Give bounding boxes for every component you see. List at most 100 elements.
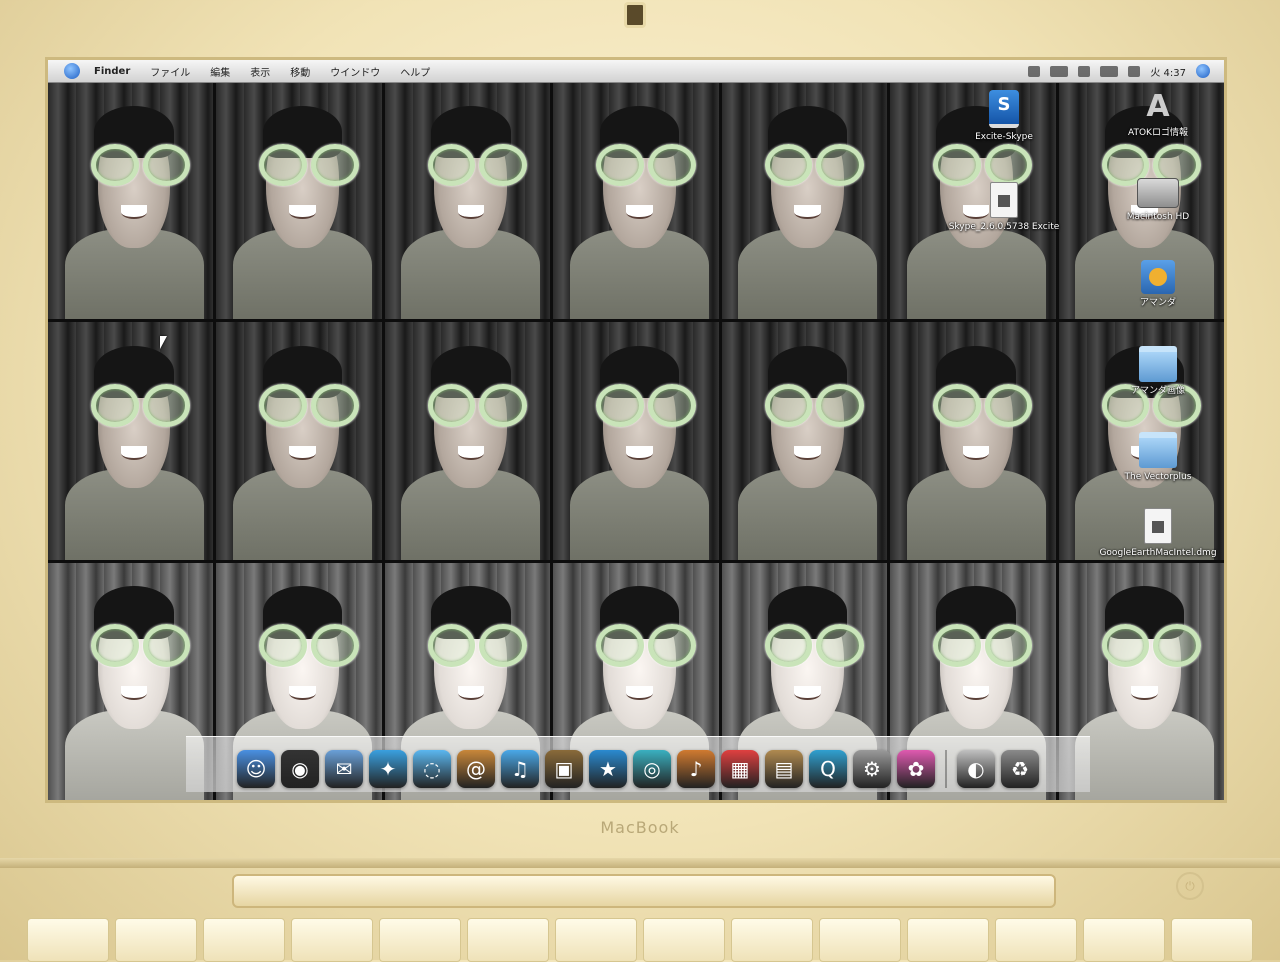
glasses-icon	[1101, 624, 1201, 668]
desktop-icon-atok[interactable]: A ATOKロゴ情報	[1098, 90, 1218, 139]
app-icon	[1141, 260, 1175, 294]
key[interactable]	[115, 918, 197, 962]
desktop-icon-skype-installer[interactable]: Skype_2.6.0.5738 Excite	[944, 182, 1064, 233]
glasses-icon	[91, 384, 191, 427]
key[interactable]	[291, 918, 373, 962]
quicktime-icon[interactable]: Q	[809, 750, 847, 788]
key[interactable]	[643, 918, 725, 962]
menu-window[interactable]: ウインドウ	[330, 64, 380, 79]
key[interactable]	[907, 918, 989, 962]
glasses-icon	[764, 384, 864, 427]
lens	[596, 624, 644, 668]
wallpaper-tile	[216, 82, 382, 320]
lens	[1153, 624, 1201, 668]
key[interactable]	[995, 918, 1077, 962]
menu-file[interactable]: ファイル	[150, 64, 190, 79]
key[interactable]	[555, 918, 637, 962]
imovie-icon[interactable]: ★	[589, 750, 627, 788]
garageband-icon[interactable]: ♪	[677, 750, 715, 788]
key[interactable]	[731, 918, 813, 962]
iphoto-icon[interactable]: ▣	[545, 750, 583, 788]
address-book-icon[interactable]: @	[457, 750, 495, 788]
battery-icon[interactable]	[1100, 65, 1119, 77]
wallpaper-figure-smile	[457, 686, 485, 700]
desktop-icon-vectorplus[interactable]: The Vectorplus	[1098, 432, 1218, 483]
key[interactable]	[379, 918, 461, 962]
mail-icon[interactable]: ✉	[325, 750, 363, 788]
safari-icon[interactable]: ✦	[369, 750, 407, 788]
lens	[91, 384, 139, 427]
lens	[984, 624, 1033, 668]
preview-icon[interactable]: ▤	[765, 750, 803, 788]
lens	[479, 384, 528, 427]
lens	[816, 143, 864, 187]
desktop-icon-amanda[interactable]: アマンダ	[1098, 260, 1218, 309]
desktop-icon-macintosh-hd[interactable]: Macintosh HD	[1098, 178, 1218, 223]
wallpaper-figure-smile	[626, 205, 653, 220]
lens	[764, 384, 813, 427]
wallpaper-figure-smile	[962, 686, 990, 700]
lens	[1101, 624, 1150, 668]
input-method-icon[interactable]	[1128, 65, 1141, 77]
menu-view[interactable]: 表示	[250, 64, 270, 79]
lens	[427, 624, 476, 668]
wallpaper-tile	[721, 322, 888, 560]
dock-separator	[945, 750, 947, 788]
key[interactable]	[467, 918, 549, 962]
key[interactable]	[27, 918, 109, 962]
system-preferences-icon[interactable]: ⚙	[853, 750, 891, 788]
wallpaper-figure-smile	[1131, 686, 1158, 700]
lens	[259, 624, 308, 668]
glasses-icon	[427, 384, 528, 427]
apple-menu-icon[interactable]	[64, 63, 80, 79]
power-icon[interactable]: ⏻	[1176, 872, 1204, 900]
ichat-icon[interactable]: ◌	[413, 750, 451, 788]
wallpaper-figure-smile	[289, 205, 316, 220]
key[interactable]	[819, 918, 901, 962]
glasses-icon	[764, 143, 864, 187]
idvd-icon[interactable]: ◎	[633, 750, 671, 788]
finder-icon[interactable]: ☺	[237, 750, 275, 788]
menu-go[interactable]: 移動	[290, 64, 310, 79]
key[interactable]	[1171, 918, 1253, 962]
lens	[647, 143, 696, 187]
downloads-icon[interactable]: ◐	[957, 750, 995, 788]
folder-icon	[1139, 432, 1177, 468]
key[interactable]	[1083, 918, 1165, 962]
lens	[259, 143, 308, 187]
glasses-icon	[427, 624, 528, 668]
bluetooth-icon[interactable]	[1028, 65, 1041, 77]
desktop-icon-label: ATOKロゴ情報	[1128, 128, 1188, 138]
glasses-icon	[91, 143, 191, 187]
desktop-icon-google-earth[interactable]: GoogleEarthMacIntel.dmg	[1098, 508, 1218, 559]
wallpaper-tile	[721, 82, 888, 320]
glasses-icon	[596, 384, 696, 427]
desktop-icon-label: アマンダ画像	[1130, 386, 1185, 396]
desktop-icon-label: Macintosh HD	[1126, 212, 1190, 222]
lens	[91, 143, 139, 187]
itunes-icon[interactable]: ♫	[501, 750, 539, 788]
menu-help[interactable]: ヘルプ	[400, 64, 430, 79]
menu-edit[interactable]: 編集	[210, 64, 230, 79]
volume-icon[interactable]	[1078, 65, 1091, 77]
wifi-icon[interactable]	[1050, 65, 1069, 77]
lens	[984, 384, 1033, 427]
lens	[427, 143, 476, 187]
lens	[596, 143, 644, 187]
spotlight-icon[interactable]	[1196, 64, 1210, 78]
hinge	[0, 858, 1280, 868]
desktop-icon-amanda-images[interactable]: アマンダ画像	[1098, 346, 1218, 397]
wallpaper-figure-smile	[962, 445, 990, 460]
key[interactable]	[203, 918, 285, 962]
wallpaper-figure-smile	[794, 445, 821, 460]
trash-icon[interactable]: ♻	[1001, 750, 1039, 788]
wallpaper-figure-smile	[626, 686, 653, 700]
glasses-icon	[596, 624, 696, 668]
menu-app-name[interactable]: Finder	[94, 66, 130, 77]
dashboard-icon[interactable]: ◉	[281, 750, 319, 788]
desktop-icon-excite-skype[interactable]: S Excite-Skype	[944, 90, 1064, 143]
lens	[816, 624, 864, 668]
ical-icon[interactable]: ▦	[721, 750, 759, 788]
photo-booth-icon[interactable]: ✿	[897, 750, 935, 788]
menu-clock[interactable]: 火 4:37	[1150, 64, 1186, 79]
